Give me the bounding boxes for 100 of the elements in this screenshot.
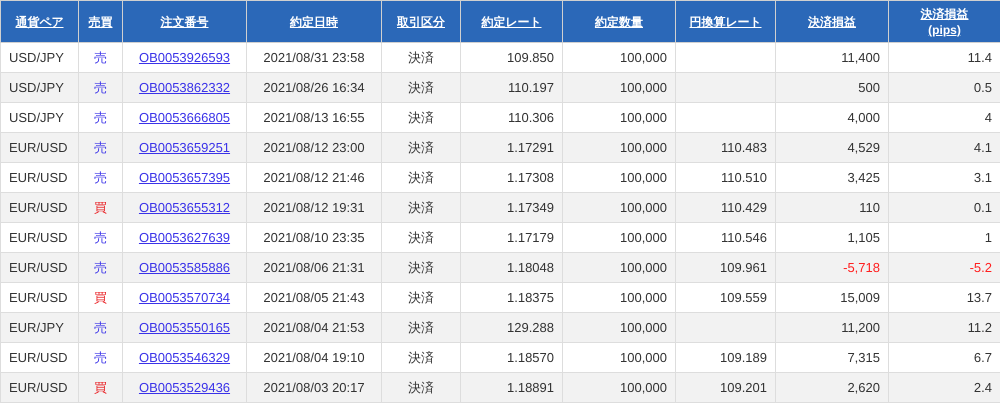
table-cell: 100,000 — [620, 380, 667, 394]
table-cell: 2021/08/05 21:43 — [263, 290, 365, 304]
table-cell: 決済 — [408, 230, 434, 244]
table-cell: EUR/USD — [9, 350, 68, 364]
table-cell: USD/JPY — [9, 80, 64, 94]
column-header-link[interactable]: 注文番号 — [160, 14, 208, 30]
table-cell: 決済 — [408, 200, 434, 214]
table-cell: 109.559 — [720, 290, 767, 304]
table-cell: 2021/08/12 23:00 — [263, 140, 365, 154]
table-cell: 100,000 — [620, 200, 667, 214]
table-cell: 11,200 — [841, 320, 880, 334]
table-cell: 129.288 — [507, 320, 554, 334]
table-cell: EUR/USD — [9, 230, 68, 244]
table-cell: 決済 — [408, 140, 434, 154]
table-cell: 決済 — [408, 50, 434, 64]
table-cell: 110.429 — [720, 200, 767, 214]
table-cell: 100,000 — [620, 170, 667, 184]
table-cell: USD/JPY — [9, 110, 64, 124]
table-cell: 1.18375 — [507, 290, 554, 304]
table-cell: 2021/08/04 21:53 — [263, 320, 365, 334]
trade-side: 買 — [94, 200, 107, 214]
table-cell: 2021/08/10 23:35 — [263, 230, 365, 244]
table-cell: 決済 — [408, 290, 434, 304]
column-header-link[interactable]: 約定日時 — [290, 14, 338, 30]
table-cell: 1.17308 — [507, 170, 554, 184]
table-cell: 2.4 — [974, 380, 992, 394]
table-cell: 100,000 — [620, 50, 667, 64]
table-cell: 110.546 — [720, 230, 767, 244]
column-header-link[interactable]: 約定数量 — [595, 14, 643, 30]
table-cell: 3.1 — [974, 170, 992, 184]
table-cell: 決済 — [408, 380, 434, 394]
table-cell: 2021/08/12 21:46 — [263, 170, 365, 184]
table-cell: EUR/USD — [9, 260, 68, 274]
table-cell: 100,000 — [620, 110, 667, 124]
table-cell: 100,000 — [620, 290, 667, 304]
table-cell: EUR/USD — [9, 140, 68, 154]
table-cell: 11.4 — [968, 50, 992, 64]
table-cell: 100,000 — [620, 140, 667, 154]
table-cell: 6.7 — [974, 350, 992, 364]
table-cell: 109.189 — [720, 350, 767, 364]
trade-side: 買 — [94, 380, 107, 394]
trade-side: 買 — [94, 290, 107, 304]
table-cell: 1 — [984, 230, 992, 244]
table-cell: 2021/08/04 19:10 — [263, 350, 365, 364]
table-cell: -5.2 — [970, 260, 992, 274]
table-cell: 決済 — [408, 170, 434, 184]
table-cell: 2021/08/03 20:17 — [263, 380, 365, 394]
trade-side: 売 — [94, 50, 107, 64]
table-cell: 100,000 — [620, 80, 667, 94]
table-cell: 110.306 — [508, 110, 554, 124]
table-cell: 決済 — [408, 320, 434, 334]
table-cell: 11.2 — [968, 320, 992, 334]
table-cell: 4,529 — [847, 140, 880, 154]
table-cell: 3,425 — [847, 170, 880, 184]
table-cell: 109.850 — [507, 50, 554, 64]
table-cell: 100,000 — [620, 230, 667, 244]
trade-side: 売 — [94, 170, 107, 184]
table-cell: 決済 — [408, 110, 434, 124]
table-cell: 100,000 — [620, 320, 667, 334]
table-cell: 2021/08/26 16:34 — [263, 80, 365, 94]
table-cell: 1.18570 — [507, 350, 554, 364]
table-cell: 110.483 — [720, 140, 767, 154]
table-cell: 100,000 — [620, 350, 667, 364]
table-cell: 100,000 — [620, 260, 667, 274]
table-cell: EUR/USD — [9, 380, 68, 394]
table-cell: 1.18048 — [507, 260, 554, 274]
table-cell: EUR/USD — [9, 170, 68, 184]
table-cell: 7,315 — [847, 350, 880, 364]
table-cell: 110.510 — [720, 170, 767, 184]
trade-side: 売 — [94, 140, 107, 154]
trade-side: 売 — [94, 350, 107, 364]
table-cell: 1.18891 — [507, 380, 554, 394]
table-cell: 500 — [858, 80, 880, 94]
table-cell: EUR/USD — [9, 200, 68, 214]
trade-side: 売 — [94, 110, 107, 124]
table-cell: 2,620 — [847, 380, 880, 394]
table-cell: 110 — [859, 200, 880, 214]
table-cell: 0.1 — [974, 200, 992, 214]
table-cell: 1.17179 — [507, 230, 554, 244]
table-cell: EUR/USD — [9, 290, 68, 304]
table-cell: 1.17291 — [507, 140, 554, 154]
table-cell: 11,400 — [841, 50, 880, 64]
table-cell: 109.961 — [720, 260, 767, 274]
table-cell: 1.17349 — [507, 200, 554, 214]
trade-side: 売 — [94, 230, 107, 244]
table-cell: 決済 — [408, 260, 434, 274]
table-cell: 1,105 — [847, 230, 880, 244]
trade-side: 売 — [94, 320, 107, 334]
table-cell: 0.5 — [974, 80, 992, 94]
table-cell: 2021/08/13 16:55 — [263, 110, 365, 124]
table-cell: 2021/08/06 21:31 — [263, 260, 365, 274]
table-cell: 2021/08/31 23:58 — [263, 50, 365, 64]
table-cell: 110.197 — [508, 80, 554, 94]
table-cell: -5,718 — [843, 260, 880, 274]
table-cell: 決済 — [408, 350, 434, 364]
table-cell: EUR/JPY — [9, 320, 64, 334]
trade-side: 売 — [94, 80, 107, 94]
table-cell: 4,000 — [847, 110, 880, 124]
column-header-link[interactable]: 決済損益 — [808, 14, 856, 30]
table-cell: 4.1 — [974, 140, 992, 154]
